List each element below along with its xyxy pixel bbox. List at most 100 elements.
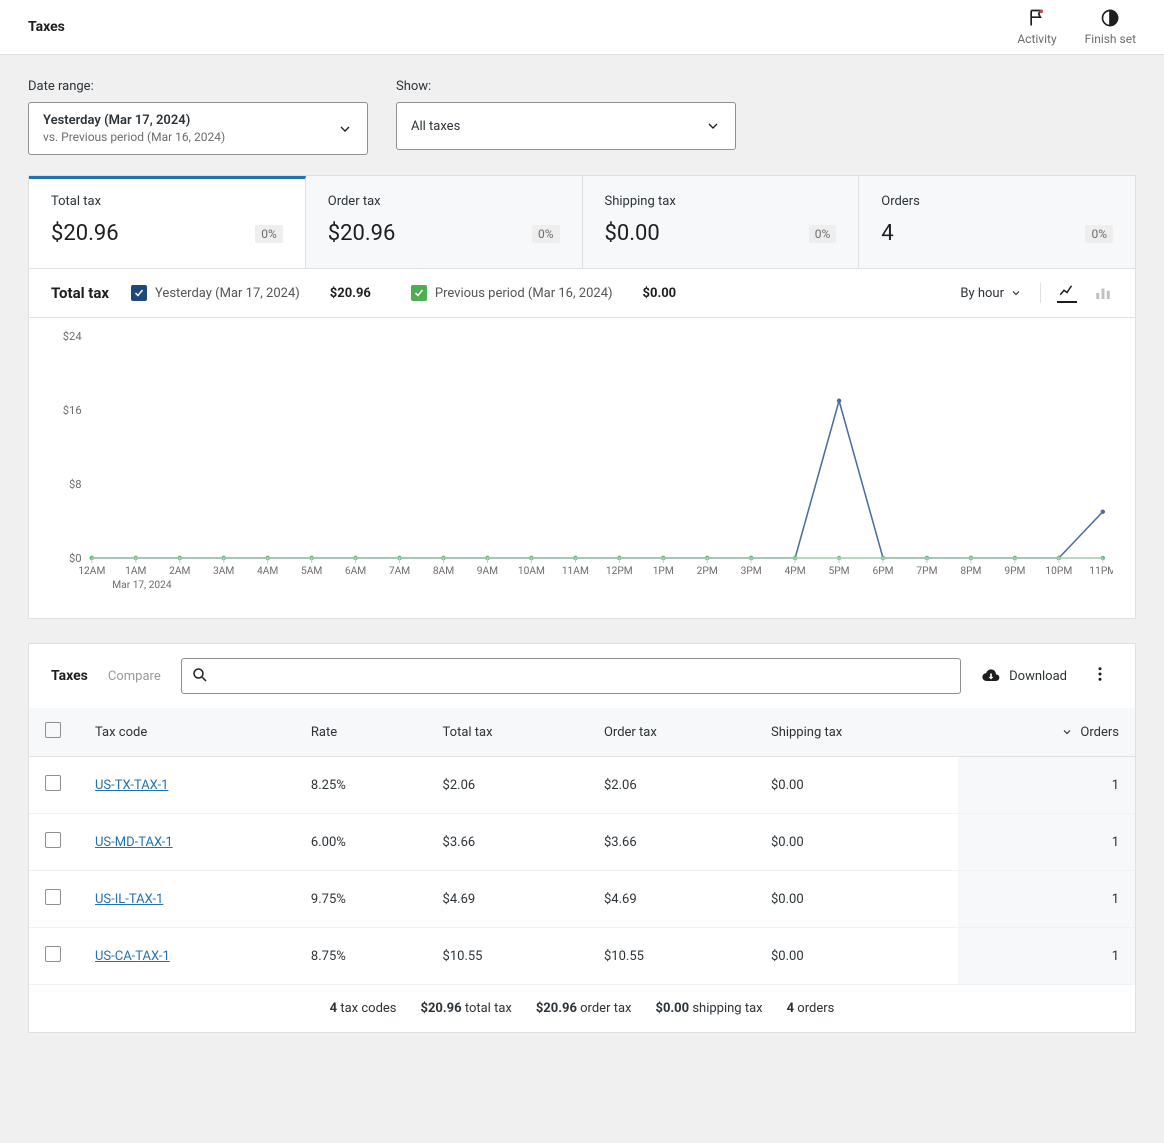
svg-text:8PM: 8PM xyxy=(960,566,981,577)
table-row: US-IL-TAX-1 9.75% $4.69 $4.69 $0.00 1 xyxy=(29,871,1135,928)
kpi-tab[interactable]: Order tax $20.96 0% xyxy=(306,176,583,268)
summary-item: 4 tax codes xyxy=(330,1001,397,1016)
cell-total: $2.06 xyxy=(427,757,588,814)
legend-current[interactable]: Yesterday (Mar 17, 2024) xyxy=(131,285,300,301)
page-title: Taxes xyxy=(28,19,65,35)
kpi-label: Shipping tax xyxy=(605,194,837,209)
svg-text:7AM: 7AM xyxy=(389,566,410,577)
tax-code-link[interactable]: US-TX-TAX-1 xyxy=(95,778,168,793)
search-icon xyxy=(191,666,209,684)
col-shipping-tax[interactable]: Shipping tax xyxy=(755,708,958,757)
svg-text:9PM: 9PM xyxy=(1004,566,1025,577)
svg-text:9AM: 9AM xyxy=(477,566,498,577)
row-checkbox[interactable] xyxy=(45,946,61,962)
kpi-value: $20.96 xyxy=(51,221,119,246)
svg-text:$24: $24 xyxy=(63,330,82,343)
svg-text:2AM: 2AM xyxy=(169,566,190,577)
cloud-download-icon xyxy=(981,666,1001,686)
kebab-icon xyxy=(1091,665,1109,683)
cell-order: $3.66 xyxy=(588,814,755,871)
tax-code-link[interactable]: US-MD-TAX-1 xyxy=(95,835,173,850)
legend-current-value: $20.96 xyxy=(330,286,371,301)
svg-text:4AM: 4AM xyxy=(257,566,278,577)
kpi-chart-panel: Total tax $20.96 0%Order tax $20.96 0%Sh… xyxy=(28,175,1136,619)
table-row: US-TX-TAX-1 8.25% $2.06 $2.06 $0.00 1 xyxy=(29,757,1135,814)
tax-code-link[interactable]: US-IL-TAX-1 xyxy=(95,892,163,907)
col-tax-code[interactable]: Tax code xyxy=(79,708,295,757)
cell-order: $10.55 xyxy=(588,928,755,985)
show-label: Show: xyxy=(396,79,736,94)
chart-area: $0$8$16$2412AM1AM2AM3AM4AM5AM6AM7AM8AM9A… xyxy=(29,317,1135,618)
taxes-table-panel: Taxes Compare Download Tax code Rate Tot… xyxy=(28,643,1136,1033)
cell-shipping: $0.00 xyxy=(755,814,958,871)
date-range-label: Date range: xyxy=(28,79,368,94)
col-order-tax[interactable]: Order tax xyxy=(588,708,755,757)
svg-text:3PM: 3PM xyxy=(741,566,762,577)
top-bar: Taxes Activity Finish set xyxy=(0,0,1164,55)
kpi-label: Order tax xyxy=(328,194,560,209)
compare-button[interactable]: Compare xyxy=(108,669,161,684)
legend-previous[interactable]: Previous period (Mar 16, 2024) xyxy=(411,285,613,301)
cell-rate: 9.75% xyxy=(295,871,427,928)
col-rate[interactable]: Rate xyxy=(295,708,427,757)
col-orders[interactable]: Orders xyxy=(958,708,1135,757)
kpi-delta: 0% xyxy=(809,225,837,243)
cell-shipping: $0.00 xyxy=(755,928,958,985)
row-checkbox[interactable] xyxy=(45,832,61,848)
cell-orders: 1 xyxy=(958,928,1135,985)
svg-text:5AM: 5AM xyxy=(301,566,322,577)
cell-shipping: $0.00 xyxy=(755,757,958,814)
line-chart-icon xyxy=(1058,282,1076,300)
finish-setup-button[interactable]: Finish set xyxy=(1085,8,1136,46)
svg-text:1PM: 1PM xyxy=(653,566,674,577)
show-select[interactable]: All taxes xyxy=(396,102,736,150)
svg-text:$8: $8 xyxy=(69,478,82,491)
cell-orders: 1 xyxy=(958,814,1135,871)
kpi-delta: 0% xyxy=(532,225,560,243)
row-checkbox[interactable] xyxy=(45,775,61,791)
flag-icon xyxy=(1027,8,1047,28)
cell-total: $4.69 xyxy=(427,871,588,928)
cell-rate: 8.25% xyxy=(295,757,427,814)
kpi-label: Total tax xyxy=(51,194,283,209)
cell-total: $10.55 xyxy=(427,928,588,985)
table-title: Taxes xyxy=(51,668,88,684)
svg-text:12AM: 12AM xyxy=(78,566,105,577)
date-range-select[interactable]: Yesterday (Mar 17, 2024) vs. Previous pe… xyxy=(28,102,368,155)
svg-text:$16: $16 xyxy=(63,404,82,417)
chevron-down-icon xyxy=(705,118,721,134)
svg-text:7PM: 7PM xyxy=(916,566,937,577)
kpi-delta: 0% xyxy=(1085,225,1113,243)
tax-code-link[interactable]: US-CA-TAX-1 xyxy=(95,949,170,964)
download-button[interactable]: Download xyxy=(981,666,1067,686)
svg-text:4PM: 4PM xyxy=(785,566,806,577)
svg-text:5PM: 5PM xyxy=(829,566,850,577)
taxes-table: Tax code Rate Total tax Order tax Shippi… xyxy=(29,708,1135,985)
kpi-row: Total tax $20.96 0%Order tax $20.96 0%Sh… xyxy=(29,176,1135,268)
svg-text:10AM: 10AM xyxy=(518,566,545,577)
kpi-tab[interactable]: Orders 4 0% xyxy=(859,176,1135,268)
row-checkbox[interactable] xyxy=(45,889,61,905)
search-input[interactable] xyxy=(181,658,961,694)
svg-text:11PM: 11PM xyxy=(1089,566,1113,577)
table-row: US-CA-TAX-1 8.75% $10.55 $10.55 $0.00 1 xyxy=(29,928,1135,985)
kpi-value: $20.96 xyxy=(328,221,396,246)
line-chart-button[interactable] xyxy=(1057,283,1077,303)
cell-rate: 6.00% xyxy=(295,814,427,871)
bar-chart-button[interactable] xyxy=(1093,283,1113,303)
kpi-tab[interactable]: Shipping tax $0.00 0% xyxy=(583,176,860,268)
summary-item: 4 orders xyxy=(787,1001,835,1016)
more-options-button[interactable] xyxy=(1087,661,1113,691)
select-all-checkbox[interactable] xyxy=(45,722,61,738)
svg-text:2PM: 2PM xyxy=(697,566,718,577)
cell-shipping: $0.00 xyxy=(755,871,958,928)
interval-select[interactable]: By hour xyxy=(960,286,1022,301)
svg-text:6PM: 6PM xyxy=(872,566,893,577)
legend-previous-value: $0.00 xyxy=(643,286,677,301)
kpi-tab[interactable]: Total tax $20.96 0% xyxy=(29,176,306,268)
col-total-tax[interactable]: Total tax xyxy=(427,708,588,757)
cell-order: $2.06 xyxy=(588,757,755,814)
activity-button[interactable]: Activity xyxy=(1017,8,1056,46)
chart-header: Total tax Yesterday (Mar 17, 2024) $20.9… xyxy=(29,268,1135,317)
svg-text:10PM: 10PM xyxy=(1045,566,1072,577)
